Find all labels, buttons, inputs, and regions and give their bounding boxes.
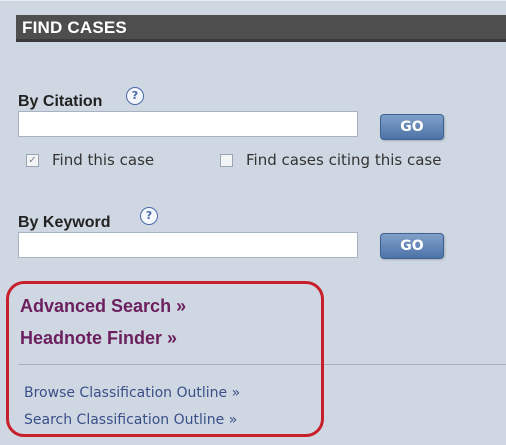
find-this-case-label: Find this case: [52, 151, 155, 169]
keyword-input[interactable]: [18, 232, 358, 258]
by-keyword-label: By Keyword: [18, 214, 111, 231]
panel-header: FIND CASES: [16, 15, 506, 42]
find-citing-cases-option[interactable]: Find cases citing this case: [220, 151, 441, 169]
find-citing-cases-checkbox[interactable]: [220, 153, 233, 167]
find-this-case-option[interactable]: ✓ Find this case: [26, 151, 154, 169]
by-citation-label: By Citation: [18, 93, 103, 110]
find-cases-panel: FIND CASES By Citation ? GO ✓ Find this …: [0, 0, 506, 445]
panel-title: FIND CASES: [22, 18, 127, 37]
citation-help-icon[interactable]: ?: [126, 87, 144, 105]
citation-input[interactable]: [18, 111, 358, 137]
citation-go-button[interactable]: GO: [380, 114, 444, 140]
keyword-go-button[interactable]: GO: [380, 233, 444, 259]
find-this-case-checkbox[interactable]: ✓: [26, 153, 39, 167]
highlight-annotation: [6, 281, 324, 437]
find-citing-cases-label: Find cases citing this case: [246, 151, 442, 169]
keyword-help-icon[interactable]: ?: [140, 207, 158, 225]
